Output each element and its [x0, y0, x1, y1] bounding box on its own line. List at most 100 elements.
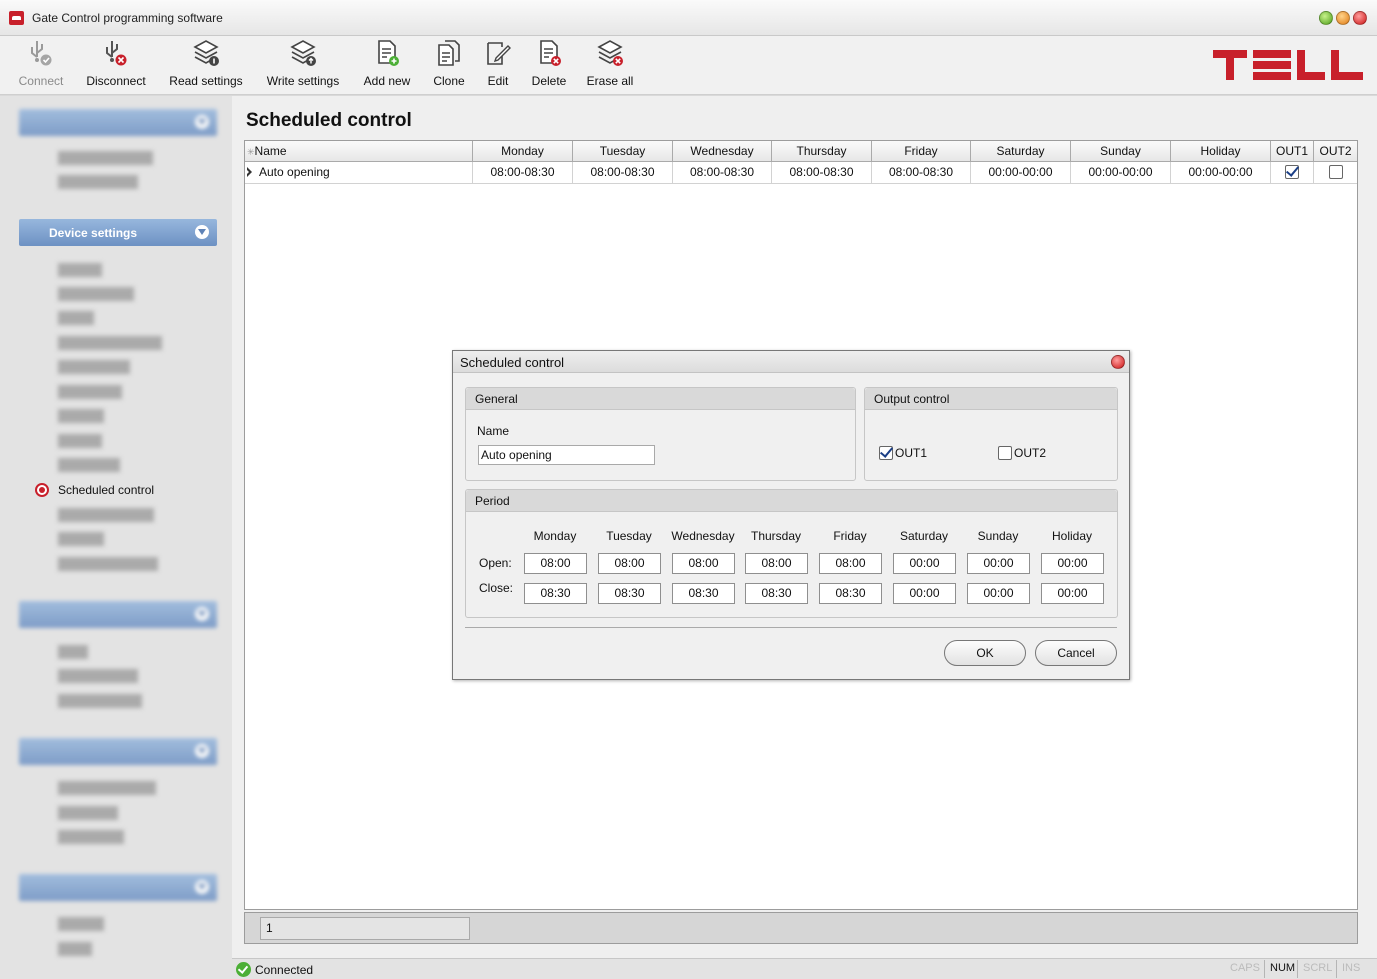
cell-friday[interactable]: 08:00-08:30 — [872, 162, 971, 183]
column-header-thursday[interactable]: Thursday — [772, 141, 872, 162]
close-time-saturday[interactable]: 00:00 — [893, 583, 956, 604]
usb-disconnect-icon — [106, 41, 127, 66]
column-header-sunday[interactable]: Sunday — [1071, 141, 1171, 162]
open-time-sunday[interactable]: 00:00 — [967, 553, 1030, 574]
sidebar-item-scheduled-control[interactable]: Scheduled control — [58, 483, 154, 497]
open-time-holiday[interactable]: 00:00 — [1041, 553, 1104, 574]
close-label: Close: — [479, 581, 514, 595]
cell-thursday[interactable]: 08:00-08:30 — [772, 162, 872, 183]
cancel-button[interactable]: Cancel — [1035, 640, 1117, 666]
column-header-out2[interactable]: OUT2 — [1314, 141, 1357, 162]
column-header-name[interactable]: ✳Name — [245, 141, 473, 162]
close-time-holiday[interactable]: 00:00 — [1041, 583, 1104, 604]
write-settings-button[interactable]: Write settings — [260, 38, 346, 88]
day-label-sunday: Sunday — [977, 529, 1019, 543]
column-header-wednesday[interactable]: Wednesday — [673, 141, 772, 162]
status-divider — [1297, 960, 1298, 978]
disconnect-button[interactable]: Disconnect — [80, 38, 152, 88]
maximize-button[interactable] — [1336, 11, 1350, 25]
out2-checkbox[interactable] — [1328, 164, 1343, 179]
sidebar-item[interactable] — [58, 263, 102, 277]
sidebar-item[interactable] — [58, 385, 122, 399]
row-selector-icon — [246, 167, 252, 177]
out1-dialog-checkbox[interactable] — [879, 445, 893, 460]
connect-button[interactable]: Connect — [14, 38, 68, 88]
sidebar-item[interactable] — [58, 781, 156, 795]
cell-monday[interactable]: 08:00-08:30 — [473, 162, 573, 183]
sidebar-item[interactable] — [58, 336, 162, 350]
status-text: Connected — [255, 963, 314, 977]
page-number-field[interactable]: 1 — [260, 917, 470, 940]
table-row[interactable]: Auto opening 08:00-08:30 08:00-08:30 08:… — [245, 162, 1357, 184]
cell-holiday[interactable]: 00:00-00:00 — [1171, 162, 1271, 183]
sidebar-item[interactable] — [58, 917, 104, 931]
sidebar-item[interactable] — [58, 175, 138, 189]
open-time-tuesday[interactable]: 08:00 — [598, 553, 661, 574]
open-time-thursday[interactable]: 08:00 — [745, 553, 808, 574]
delete-button[interactable]: Delete — [526, 38, 572, 88]
column-header-tuesday[interactable]: Tuesday — [573, 141, 673, 162]
toolbar: Connect Disconnect Read settings Write s… — [0, 36, 1377, 95]
close-time-thursday[interactable]: 08:30 — [745, 583, 808, 604]
sidebar-item[interactable] — [58, 434, 102, 448]
pager-bar: 1 — [244, 912, 1358, 944]
column-header-out1[interactable]: OUT1 — [1271, 141, 1314, 162]
cell-sunday[interactable]: 00:00-00:00 — [1071, 162, 1171, 183]
cell-tuesday[interactable]: 08:00-08:30 — [573, 162, 673, 183]
sidebar-item[interactable] — [58, 694, 142, 708]
dialog-close-icon[interactable] — [1111, 355, 1125, 369]
connected-status-icon — [236, 962, 251, 977]
out1-option[interactable]: OUT1 — [879, 445, 927, 461]
out1-checkbox[interactable] — [1285, 164, 1299, 179]
open-time-monday[interactable]: 08:00 — [524, 553, 587, 574]
sidebar-item[interactable] — [58, 151, 153, 165]
sidebar-item[interactable] — [58, 311, 94, 325]
close-time-wednesday[interactable]: 08:30 — [672, 583, 735, 604]
sidebar-item[interactable] — [58, 942, 92, 956]
sidebar-item[interactable] — [58, 532, 104, 546]
sidebar-section[interactable] — [19, 738, 217, 765]
name-input[interactable]: Auto opening — [478, 445, 655, 465]
add-new-button[interactable]: Add new — [358, 38, 416, 88]
sidebar-item[interactable] — [58, 557, 158, 571]
minimize-button[interactable] — [1319, 11, 1333, 25]
sidebar-item[interactable] — [58, 669, 138, 683]
erase-all-button[interactable]: Erase all — [584, 38, 636, 88]
ok-button[interactable]: OK — [944, 640, 1026, 666]
out2-dialog-checkbox[interactable] — [998, 445, 1012, 460]
sidebar-item[interactable] — [58, 830, 124, 844]
close-time-friday[interactable]: 08:30 — [819, 583, 882, 604]
close-time-monday[interactable]: 08:30 — [524, 583, 587, 604]
clone-button[interactable]: Clone — [428, 38, 470, 88]
sidebar-item[interactable] — [58, 806, 118, 820]
open-time-wednesday[interactable]: 08:00 — [672, 553, 735, 574]
sidebar-item[interactable] — [58, 508, 154, 522]
close-time-sunday[interactable]: 00:00 — [967, 583, 1030, 604]
sidebar-section[interactable] — [19, 874, 217, 901]
sidebar-item[interactable] — [58, 409, 104, 423]
column-header-saturday[interactable]: Saturday — [971, 141, 1071, 162]
close-time-tuesday[interactable]: 08:30 — [598, 583, 661, 604]
sidebar-item[interactable] — [58, 360, 130, 374]
cell-name[interactable]: Auto opening — [257, 162, 473, 183]
open-time-saturday[interactable]: 00:00 — [893, 553, 956, 574]
cell-saturday[interactable]: 00:00-00:00 — [971, 162, 1071, 183]
column-header-holiday[interactable]: Holiday — [1171, 141, 1271, 162]
sidebar-item[interactable] — [58, 458, 120, 472]
sidebar-section-connection[interactable] — [19, 109, 217, 136]
cell-wednesday[interactable]: 08:00-08:30 — [673, 162, 772, 183]
sidebar-item[interactable] — [58, 645, 88, 659]
open-time-friday[interactable]: 08:00 — [819, 553, 882, 574]
close-button[interactable] — [1353, 11, 1367, 25]
edit-button[interactable]: Edit — [482, 38, 514, 88]
sidebar-section-device-settings[interactable]: Device settings — [19, 219, 217, 246]
sidebar-section[interactable] — [19, 601, 217, 628]
read-settings-button[interactable]: Read settings — [164, 38, 248, 88]
sidebar-item[interactable] — [58, 287, 134, 301]
period-group-header: Period — [466, 490, 1117, 512]
day-label-thursday: Thursday — [750, 529, 802, 543]
column-header-friday[interactable]: Friday — [872, 141, 971, 162]
status-bar: Connected CAPS NUM SCRL INS — [232, 958, 1377, 979]
out2-option[interactable]: OUT2 — [998, 445, 1046, 461]
column-header-monday[interactable]: Monday — [473, 141, 573, 162]
